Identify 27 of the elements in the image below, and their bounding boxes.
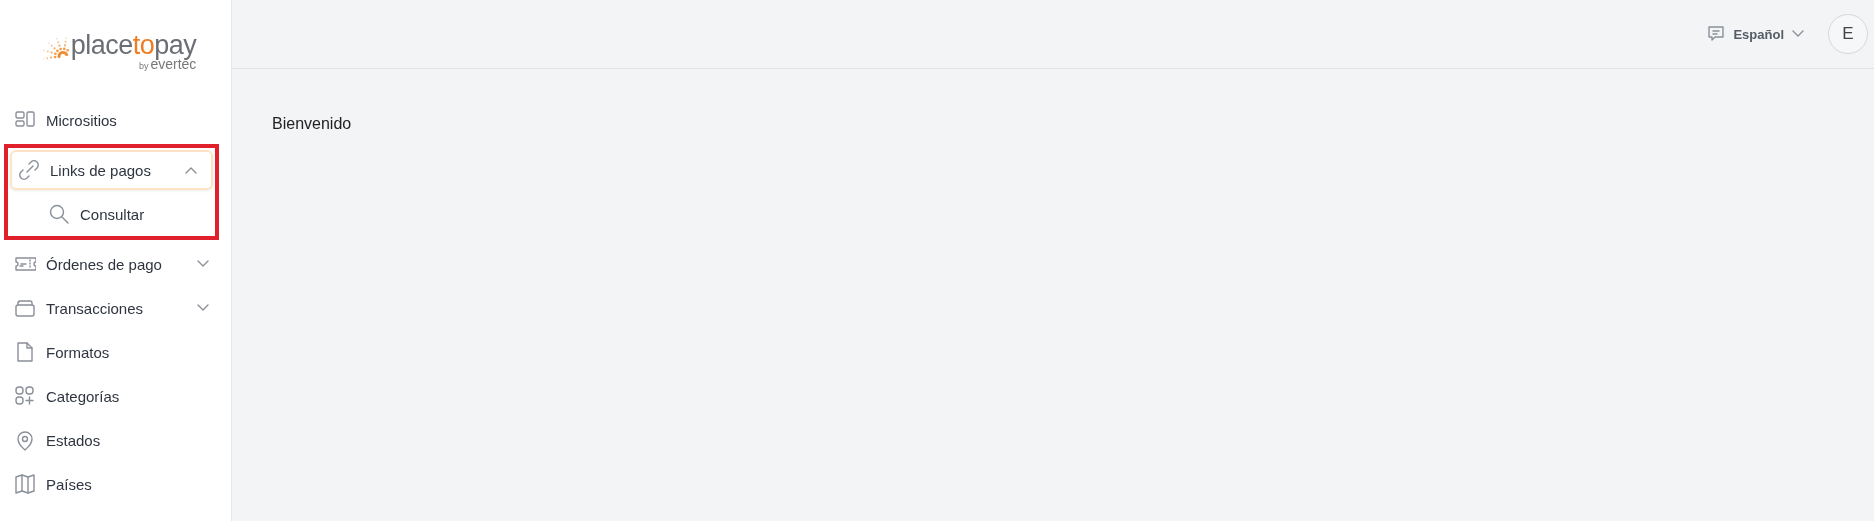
chat-icon [1707,25,1726,43]
map-icon [14,473,36,495]
link-icon [18,159,40,181]
category-icon [14,385,36,407]
sidebar-item[interactable]: Micrositios [6,100,225,140]
sidebar-item[interactable]: Categorías [6,376,225,416]
logo-wordmark: placetopay [70,30,197,60]
submenu-item[interactable]: Consultar [10,194,213,234]
user-avatar[interactable]: E [1828,14,1868,54]
chevron-down-icon [197,304,209,312]
location-pin-icon [14,429,36,451]
page-title: Bienvenido [272,115,353,133]
sidebar-item[interactable]: Formatos [6,332,225,372]
chevron-down-icon [1792,30,1804,38]
logo-by: by [138,61,149,71]
language-selector[interactable]: Español [1707,25,1812,43]
sidebar-item[interactable]: Links de pagos [10,150,213,190]
sidebar-item[interactable]: Transacciones [6,288,225,328]
sidebar-item[interactable]: Países [6,464,225,504]
chevron-down-icon [197,260,209,268]
stack-icon [14,297,36,319]
file-icon [14,341,36,363]
sidebar-item[interactable]: Estados [6,420,225,460]
search-icon [48,203,70,225]
sidebar-item[interactable]: Órdenes de pago [6,244,225,284]
chevron-up-icon [185,166,197,174]
logo-dots-icon [42,34,69,60]
